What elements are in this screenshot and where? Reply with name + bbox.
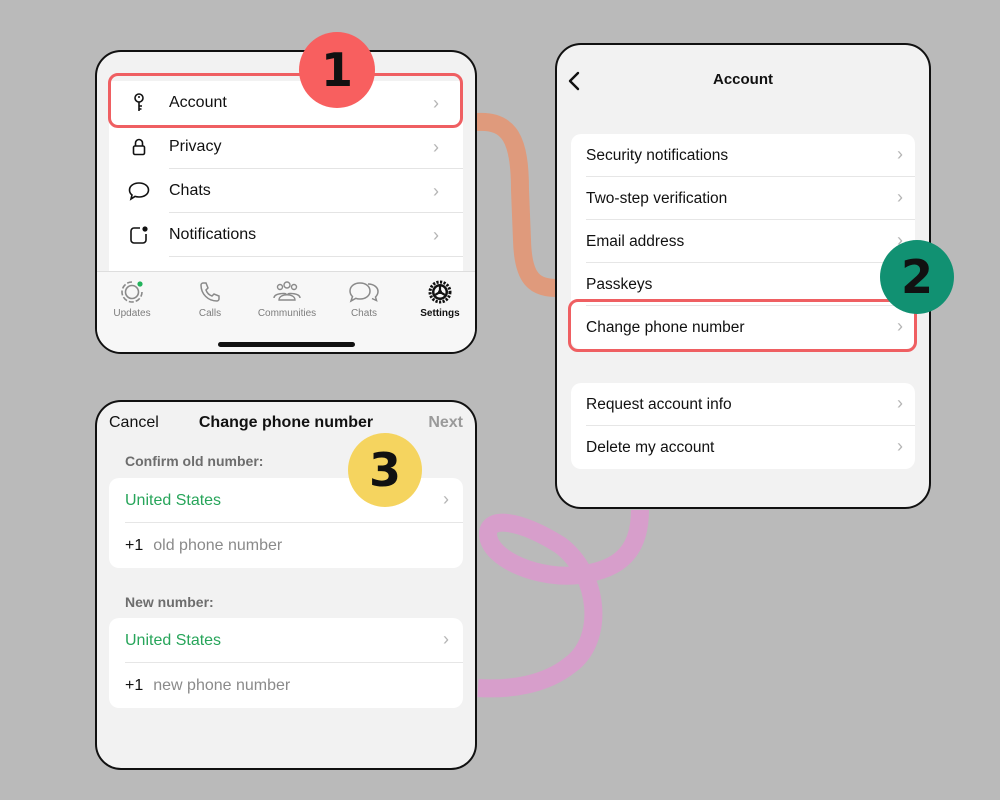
- communities-icon: [252, 278, 322, 306]
- country-code: +1: [125, 536, 144, 554]
- tab-label: Chats: [350, 308, 378, 319]
- item-label: Delete my account: [586, 438, 715, 456]
- chevron-right-icon: ›: [897, 316, 903, 336]
- old-phone-input[interactable]: [153, 536, 404, 555]
- chevron-right-icon: ›: [443, 629, 449, 649]
- chevron-right-icon: ›: [897, 393, 903, 413]
- step-number: 1: [320, 43, 353, 97]
- settings-item-label: Chats: [169, 182, 211, 199]
- chevron-right-icon: ›: [443, 489, 449, 509]
- country-code: +1: [125, 676, 144, 694]
- section-label-old: Confirm old number:: [125, 453, 264, 469]
- tab-communities[interactable]: Communities: [252, 278, 322, 319]
- account-item-email-address[interactable]: Email address ›: [571, 220, 915, 263]
- account-screen: Account Security notifications › Two-ste…: [555, 43, 931, 509]
- chat-bubble-icon: [109, 169, 169, 213]
- item-label: Passkeys: [586, 275, 653, 293]
- tab-chats[interactable]: Chats: [329, 278, 399, 319]
- country-name: United States: [125, 631, 222, 649]
- account-item-passkeys[interactable]: Passkeys: [571, 263, 915, 306]
- key-icon: [109, 81, 169, 125]
- settings-item-label: Privacy: [169, 138, 222, 155]
- page-title: Account: [713, 71, 773, 88]
- next-button[interactable]: Next: [428, 414, 463, 432]
- step-badge-3: 3: [348, 433, 422, 507]
- tab-label: Communities: [257, 308, 317, 319]
- section-label-new: New number:: [125, 594, 214, 610]
- step-number: 3: [368, 443, 401, 497]
- account-options-group: Security notifications › Two-step verifi…: [571, 134, 915, 349]
- tab-bar: Updates Calls Communities Chats Settings: [97, 271, 475, 352]
- home-indicator: [218, 342, 355, 347]
- settings-gear-icon: [405, 278, 475, 306]
- account-item-security-notifications[interactable]: Security notifications ›: [571, 134, 915, 177]
- settings-list: Account › Privacy › Chats › Notification…: [109, 81, 463, 277]
- item-label: Change phone number: [586, 318, 745, 336]
- change-number-screen: Change phone number Cancel Next Confirm …: [95, 400, 477, 770]
- settings-item-notifications[interactable]: Notifications ›: [109, 213, 463, 257]
- tab-updates[interactable]: Updates: [97, 278, 167, 319]
- step-badge-1: 1: [299, 32, 375, 108]
- tab-calls[interactable]: Calls: [175, 278, 245, 319]
- account-item-request-info[interactable]: Request account info ›: [571, 383, 915, 426]
- new-number-group: United States › +1: [109, 618, 463, 708]
- new-number-row: +1: [109, 663, 463, 708]
- account-item-two-step-verification[interactable]: Two-step verification ›: [571, 177, 915, 220]
- lock-icon: [109, 125, 169, 169]
- chevron-right-icon: ›: [433, 92, 439, 113]
- notification-badge-icon: [109, 213, 169, 257]
- settings-item-label: Account: [169, 94, 227, 111]
- connector-step1-to-step2: [468, 112, 567, 297]
- tab-settings[interactable]: Settings: [405, 278, 475, 319]
- item-label: Request account info: [586, 395, 732, 413]
- chevron-right-icon: ›: [433, 224, 439, 245]
- nav-bar: Change phone number Cancel Next: [97, 414, 475, 436]
- chevron-right-icon: ›: [897, 187, 903, 207]
- connector-step2-to-step3: [477, 509, 649, 698]
- chevron-right-icon: ›: [897, 144, 903, 164]
- new-country-selector[interactable]: United States ›: [109, 618, 463, 663]
- account-data-group: Request account info › Delete my account…: [571, 383, 915, 469]
- tab-label: Settings: [420, 308, 460, 319]
- tab-label: Calls: [198, 308, 222, 319]
- chevron-right-icon: ›: [433, 180, 439, 201]
- settings-item-label: Notifications: [169, 226, 257, 243]
- settings-item-chats[interactable]: Chats ›: [109, 169, 463, 213]
- chevron-right-icon: ›: [433, 136, 439, 157]
- settings-item-account[interactable]: Account ›: [109, 81, 463, 125]
- cancel-button[interactable]: Cancel: [109, 414, 159, 432]
- updates-icon: [97, 278, 167, 306]
- item-label: Email address: [586, 232, 685, 250]
- account-item-change-phone-number[interactable]: Change phone number ›: [571, 306, 915, 349]
- old-number-row: +1: [109, 523, 463, 568]
- chats-icon: [329, 278, 399, 306]
- step-number: 2: [900, 250, 933, 304]
- item-label: Security notifications: [586, 146, 729, 164]
- tab-label: Updates: [113, 308, 151, 319]
- country-name: United States: [125, 491, 222, 509]
- phone-icon: [175, 278, 245, 306]
- step-badge-2: 2: [880, 240, 954, 314]
- new-phone-input[interactable]: [153, 676, 404, 695]
- account-item-delete-account[interactable]: Delete my account ›: [571, 426, 915, 469]
- settings-item-privacy[interactable]: Privacy ›: [109, 125, 463, 169]
- item-label: Two-step verification: [586, 189, 728, 207]
- settings-screen: Account › Privacy › Chats › Notification…: [95, 50, 477, 354]
- chevron-right-icon: ›: [897, 436, 903, 456]
